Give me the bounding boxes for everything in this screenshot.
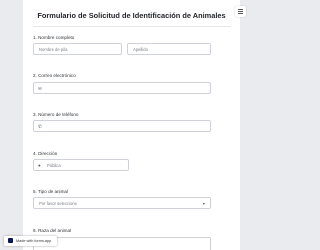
badge-text: Made with forms.app xyxy=(16,239,52,243)
question-label-animal-type: 5. Tipo de animal xyxy=(33,189,68,194)
first-name-input[interactable]: Nombre de pila xyxy=(33,43,122,55)
question-label-phone: 3. Número de teléfono xyxy=(33,112,79,117)
question-label-breed: 6. Raza del animal xyxy=(33,228,72,233)
last-name-placeholder: Apellido xyxy=(133,47,148,52)
phone-icon: ✆ xyxy=(38,124,42,129)
location-pin-icon: ● xyxy=(38,163,41,168)
first-name-placeholder: Nombre de pila xyxy=(39,47,68,52)
envelope-icon: ✉ xyxy=(38,86,42,91)
chevron-down-icon: ▾ xyxy=(202,201,205,206)
email-field[interactable]: ✉ xyxy=(33,82,211,94)
form-title: Formulario de Solicitud de Identificació… xyxy=(37,11,226,20)
title-divider xyxy=(33,26,231,27)
animal-type-select[interactable]: Por favor seleccione ▾ xyxy=(33,197,211,209)
last-name-input[interactable]: Apellido xyxy=(127,43,211,55)
address-input[interactable]: ● Pública xyxy=(33,159,129,171)
question-label-email: 2. Correo electrónico xyxy=(33,73,76,78)
made-with-badge[interactable]: Made with forms.app xyxy=(4,236,57,246)
animal-type-selected: Por favor seleccione xyxy=(39,201,77,206)
address-placeholder: Pública xyxy=(47,163,61,168)
phone-field[interactable]: ✆ xyxy=(33,120,211,132)
breed-input[interactable] xyxy=(33,237,211,250)
question-label-full-name: 1. Nombre completo xyxy=(33,35,75,40)
question-label-address: 4. Dirección xyxy=(33,151,58,156)
forms-app-logo-icon xyxy=(8,238,13,243)
